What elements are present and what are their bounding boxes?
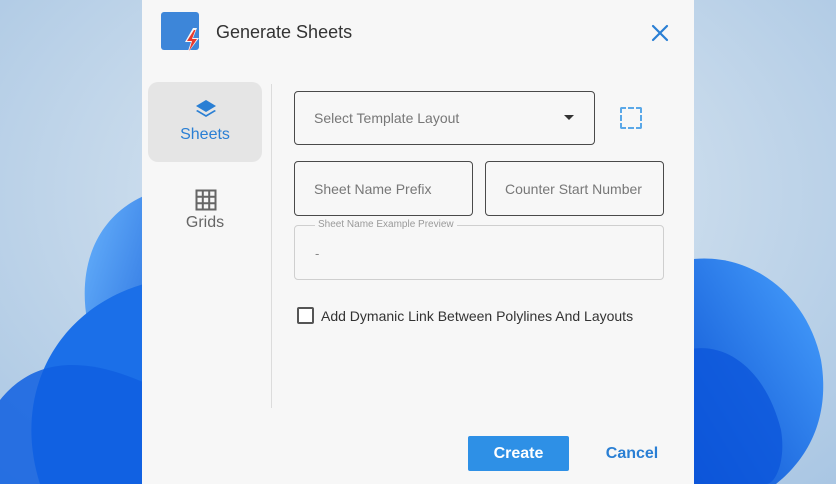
app-sheet-lightning-icon	[161, 12, 199, 54]
counter-start-placeholder: Counter Start Number	[505, 181, 642, 197]
sheet-name-prefix-field[interactable]: Sheet Name Prefix	[294, 161, 473, 216]
title-bar: Generate Sheets	[142, 0, 694, 68]
dialog-title: Generate Sheets	[216, 22, 353, 42]
create-button[interactable]: Create	[468, 436, 569, 471]
cancel-button[interactable]: Cancel	[600, 436, 664, 471]
preview-label: Sheet Name Example Preview	[315, 219, 457, 230]
layers-icon	[196, 100, 216, 117]
dashed-selection-icon[interactable]	[620, 107, 642, 129]
dynamic-link-label[interactable]: Add Dymanic Link Between Polylines And L…	[321, 308, 633, 324]
nav-item-label: Grids	[185, 214, 225, 231]
nav-item-sheets[interactable]: Sheets	[148, 82, 262, 162]
nav-divider	[271, 84, 272, 408]
nav-item-grids[interactable]: Grids	[148, 178, 262, 258]
close-icon[interactable]	[648, 21, 672, 45]
generate-sheets-dialog: Generate Sheets Sheets Grids Select Temp…	[142, 0, 694, 484]
sheet-name-prefix-placeholder: Sheet Name Prefix	[314, 181, 432, 197]
counter-start-number-field[interactable]: Counter Start Number	[485, 161, 664, 216]
chevron-down-icon	[564, 115, 574, 120]
template-layout-placeholder: Select Template Layout	[314, 110, 460, 126]
grid-icon	[195, 189, 217, 211]
dynamic-link-checkbox[interactable]	[297, 307, 314, 324]
wallpaper-bloom-right	[686, 258, 824, 484]
wallpaper-bloom-left	[0, 190, 160, 484]
template-layout-select[interactable]: Select Template Layout	[294, 91, 595, 145]
preview-value: -	[315, 246, 320, 261]
nav-item-label: Sheets	[180, 126, 230, 143]
side-nav: Sheets Grids	[148, 82, 262, 412]
sheet-name-preview-box: Sheet Name Example Preview -	[294, 219, 664, 280]
